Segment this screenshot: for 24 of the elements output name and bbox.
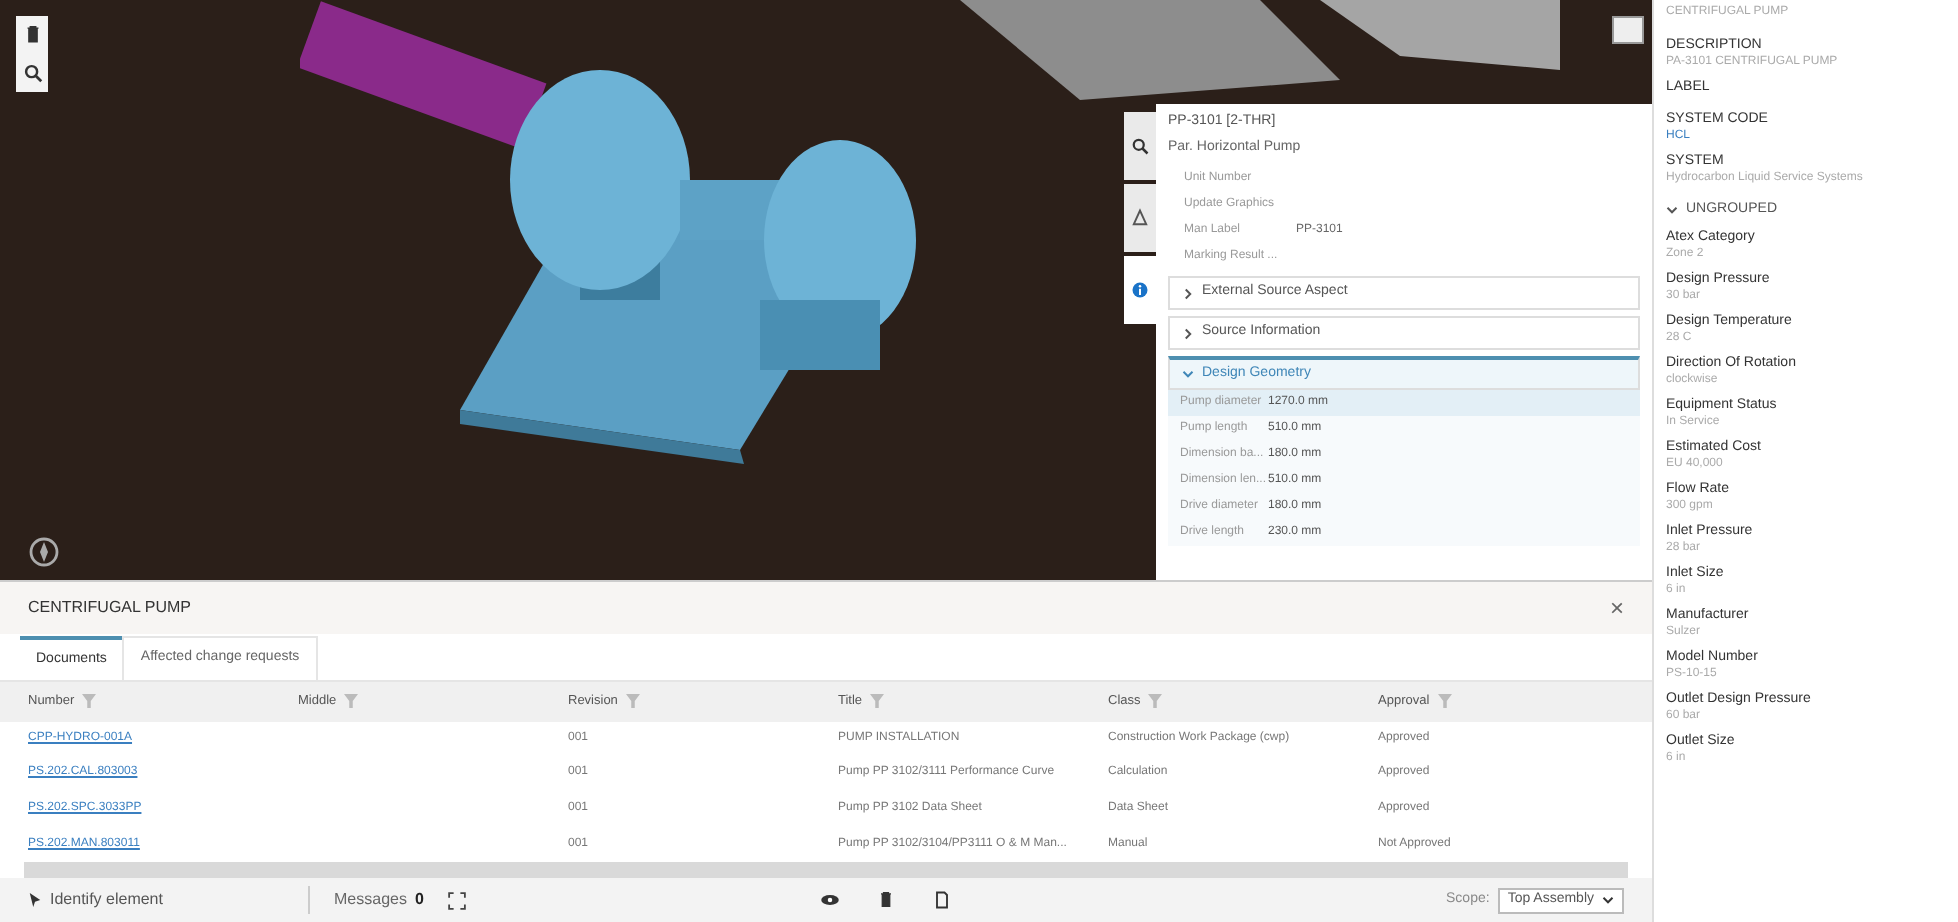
pointer-icon: [28, 892, 42, 908]
close-button[interactable]: ×: [1609, 590, 1624, 626]
document-icon[interactable]: [931, 890, 952, 910]
messages-button[interactable]: Messages 0: [334, 888, 424, 912]
trash-icon[interactable]: [875, 890, 896, 910]
side-tab[interactable]: [1124, 184, 1156, 252]
info-icon[interactable]: [1130, 280, 1150, 300]
fit-view-icon[interactable]: [447, 891, 466, 909]
chevron-down-icon: [1666, 204, 1678, 217]
eye-icon[interactable]: [819, 890, 840, 910]
identify-element-button[interactable]: Identify element: [28, 888, 284, 912]
tree-icon[interactable]: [1130, 208, 1150, 228]
panel-title: CENTRIFUGAL PUMP: [28, 596, 191, 620]
side-tab[interactable]: [1124, 112, 1156, 180]
caret-icon: [1602, 894, 1614, 906]
chevron-right-icon: [1182, 327, 1194, 339]
message-count: 0: [414, 888, 424, 912]
compass-icon[interactable]: [28, 536, 60, 568]
horizontal-scrollbar[interactable]: [24, 862, 1628, 878]
chevron-right-icon: [1182, 287, 1194, 299]
search-icon[interactable]: [1130, 136, 1150, 156]
side-tab[interactable]: [1124, 256, 1156, 324]
search-icon[interactable]: [21, 62, 43, 84]
chevron-down-icon: [1182, 368, 1194, 380]
